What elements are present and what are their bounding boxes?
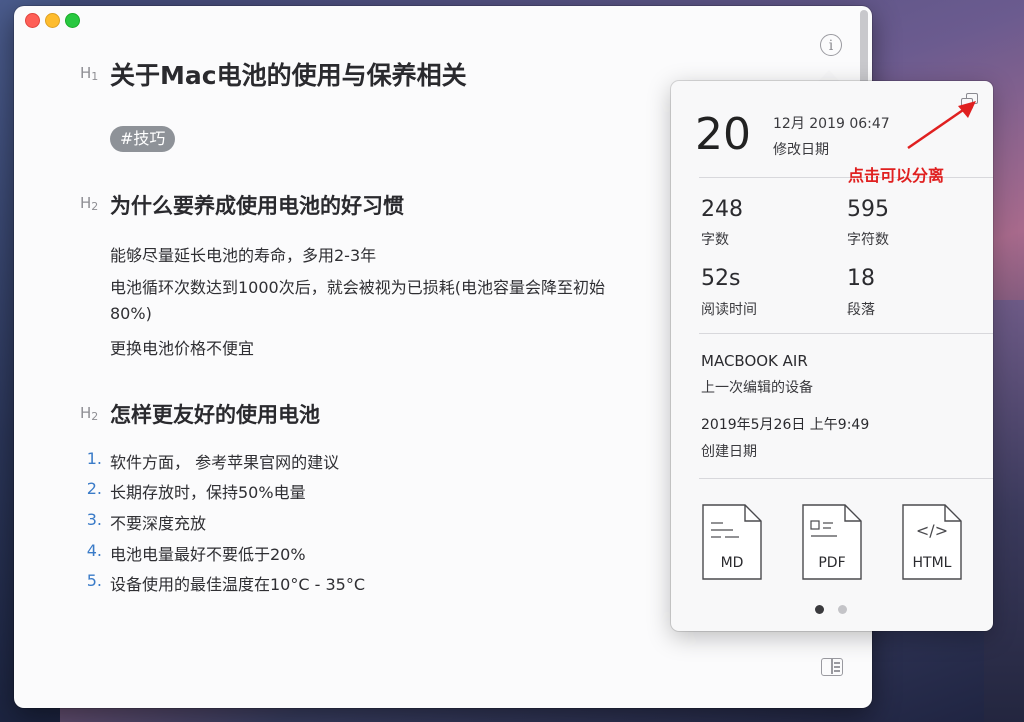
modified-datetime: 12月 2019 06:47 bbox=[773, 116, 890, 132]
list-item[interactable]: 设备使用的最佳温度在10°C - 35°C bbox=[110, 571, 365, 595]
word-count-label: 字数 bbox=[701, 232, 729, 248]
page-dot-active[interactable] bbox=[815, 605, 824, 614]
scrollbar-thumb[interactable] bbox=[860, 10, 868, 88]
section-heading[interactable]: 怎样更友好的使用电池 bbox=[110, 399, 320, 429]
list-item-number: 1. bbox=[86, 449, 102, 468]
export-pdf-button[interactable]: PDF bbox=[799, 503, 865, 581]
divider bbox=[699, 177, 993, 178]
list-item[interactable]: 软件方面， 参考苹果官网的建议 bbox=[110, 449, 339, 473]
document-title[interactable]: 关于Mac电池的使用与保养相关 bbox=[110, 56, 467, 92]
paragraph-line[interactable]: 能够尽量延长电池的寿命，多用2-3年 bbox=[110, 242, 376, 266]
list-item[interactable]: 电池电量最好不要低于20% bbox=[110, 541, 306, 565]
list-item-number: 2. bbox=[86, 479, 102, 498]
export-md-button[interactable]: MD bbox=[699, 503, 765, 581]
info-popover: 20 12月 2019 06:47 修改日期 248 字数 595 字符数 52… bbox=[671, 81, 993, 631]
tag-pill[interactable]: #技巧 bbox=[110, 126, 176, 152]
export-pdf-label: PDF bbox=[818, 555, 846, 571]
export-html-button[interactable]: </> HTML bbox=[899, 503, 965, 581]
list-item-number: 3. bbox=[86, 510, 102, 529]
sidebar-toggle-icon[interactable] bbox=[821, 658, 843, 676]
annotation-label: 点击可以分离 bbox=[848, 166, 945, 185]
heading-1-marker: H1 bbox=[80, 64, 99, 83]
info-icon[interactable]: i bbox=[820, 34, 842, 56]
page-dot[interactable] bbox=[838, 605, 847, 614]
list-item-number: 5. bbox=[86, 571, 102, 590]
reading-time-label: 阅读时间 bbox=[701, 302, 757, 318]
paragraph-count-value: 18 bbox=[847, 266, 875, 291]
close-window-button[interactable] bbox=[25, 13, 40, 28]
list-item[interactable]: 不要深度充放 bbox=[110, 510, 206, 534]
divider bbox=[699, 478, 993, 479]
char-count-label: 字符数 bbox=[847, 232, 889, 248]
paragraph-count-label: 段落 bbox=[847, 302, 875, 318]
maximize-window-button[interactable] bbox=[65, 13, 80, 28]
modified-label: 修改日期 bbox=[773, 142, 829, 158]
paragraph-line[interactable]: 80%) bbox=[110, 304, 152, 323]
word-count-value: 248 bbox=[701, 197, 743, 222]
heading-2-marker: H2 bbox=[80, 404, 99, 423]
modified-day: 20 bbox=[695, 109, 751, 160]
divider bbox=[699, 333, 993, 334]
heading-2-marker: H2 bbox=[80, 194, 99, 213]
export-md-label: MD bbox=[720, 555, 744, 571]
code-brackets-icon: </> bbox=[915, 521, 949, 540]
section-heading[interactable]: 为什么要养成使用电池的好习惯 bbox=[110, 190, 404, 220]
annotation-arrow-icon bbox=[907, 101, 976, 150]
paragraph-line[interactable]: 更换电池价格不便宜 bbox=[110, 335, 254, 359]
created-datetime: 2019年5月26日 上午9:49 bbox=[701, 417, 870, 433]
list-item[interactable]: 长期存放时，保持50%电量 bbox=[110, 479, 306, 503]
export-html-label: HTML bbox=[912, 555, 952, 571]
reading-time-value: 52s bbox=[701, 266, 741, 291]
device-name: MACBOOK AIR bbox=[701, 352, 808, 370]
paragraph-line[interactable]: 电池循环次数达到1000次后，就会被视为已损耗(电池容量会降至初始 bbox=[110, 274, 605, 298]
device-label: 上一次编辑的设备 bbox=[701, 380, 813, 396]
minimize-window-button[interactable] bbox=[45, 13, 60, 28]
created-label: 创建日期 bbox=[701, 444, 757, 460]
char-count-value: 595 bbox=[847, 197, 889, 222]
list-item-number: 4. bbox=[86, 541, 102, 560]
